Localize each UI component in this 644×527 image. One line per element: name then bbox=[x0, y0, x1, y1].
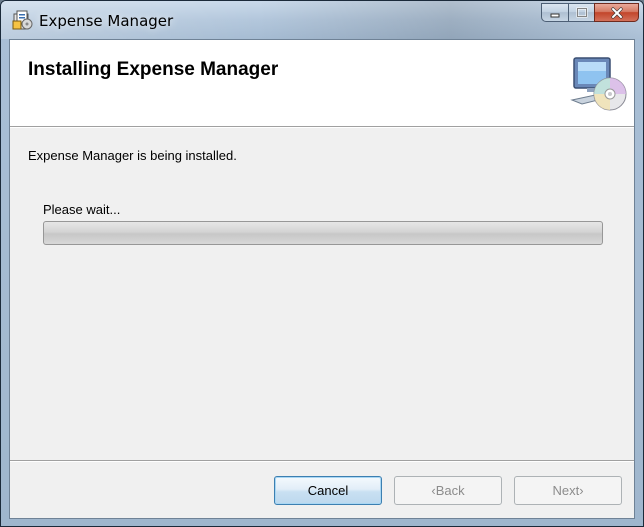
close-button[interactable] bbox=[594, 3, 639, 22]
title-bar[interactable]: Expense Manager bbox=[1, 1, 643, 39]
header-banner: Installing Expense Manager bbox=[10, 40, 634, 127]
installer-window: Expense Manager Installing Expense Manag… bbox=[0, 0, 644, 527]
maximize-button[interactable] bbox=[568, 3, 594, 22]
footer-separator-highlight bbox=[10, 461, 634, 462]
cancel-button-label: Cancel bbox=[307, 483, 349, 498]
install-progress-bar bbox=[43, 221, 603, 245]
back-button-label: Back bbox=[435, 483, 465, 498]
back-button[interactable]: ‹ Back bbox=[394, 476, 502, 505]
page-title: Installing Expense Manager bbox=[28, 59, 279, 80]
computer-with-cd-icon bbox=[570, 57, 627, 111]
window-title: Expense Manager bbox=[39, 12, 174, 30]
installer-package-icon bbox=[12, 10, 33, 30]
minimize-icon bbox=[550, 13, 560, 17]
please-wait-label: Please wait... bbox=[43, 202, 121, 217]
cancel-button[interactable]: Cancel bbox=[274, 476, 382, 505]
maximize-icon bbox=[576, 7, 587, 18]
next-button[interactable]: Next › bbox=[514, 476, 622, 505]
chevron-right-icon: › bbox=[579, 483, 584, 498]
caption-buttons bbox=[541, 3, 639, 24]
header-separator bbox=[10, 127, 634, 128]
next-button-label: Next bbox=[552, 483, 580, 498]
close-icon bbox=[610, 6, 623, 19]
install-status-text: Expense Manager is being installed. bbox=[28, 148, 237, 163]
minimize-button[interactable] bbox=[541, 3, 568, 22]
installer-client-area: Installing Expense Manager Expense Manag… bbox=[9, 39, 635, 519]
